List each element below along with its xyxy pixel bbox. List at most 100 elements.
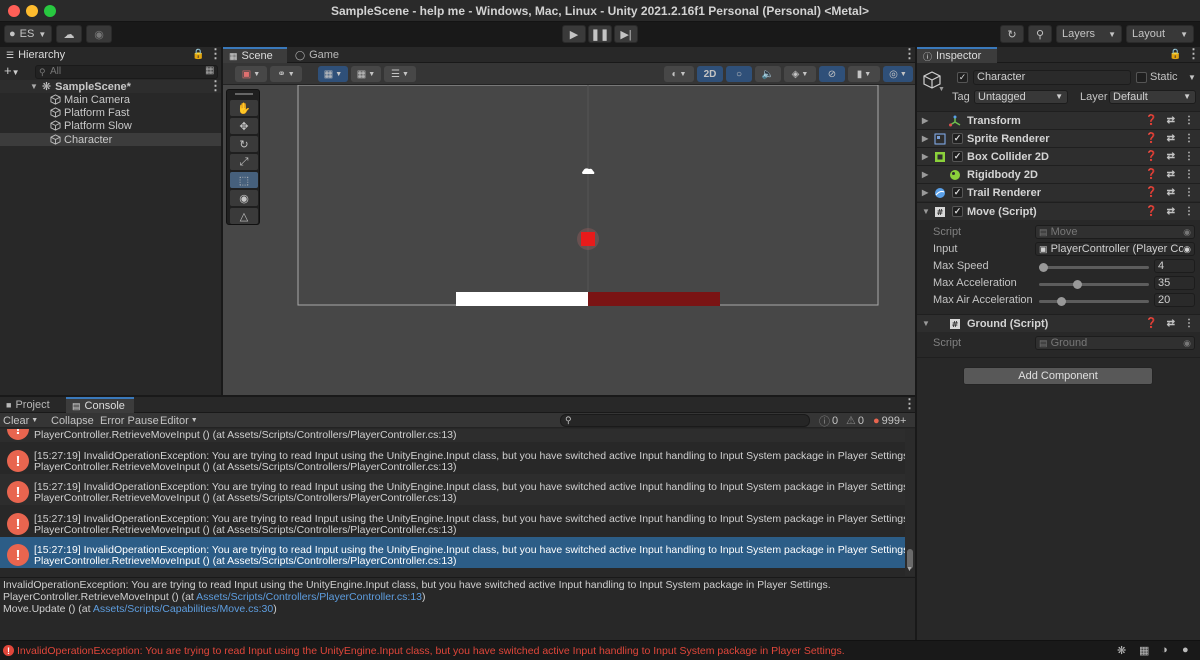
scale-tool-button[interactable]: ⤢ — [230, 154, 258, 170]
max-speed-slider-knob[interactable] — [1038, 263, 1048, 272]
kebab-menu-icon[interactable]: ⋮ — [209, 79, 222, 92]
camera-button[interactable]: ▮ ▼ — [848, 66, 880, 82]
tab-hierarchy[interactable]: ☰ Hierarchy — [0, 47, 221, 63]
account-dropdown[interactable]: ● ES ▼ — [4, 25, 52, 43]
component-rigidbody[interactable]: ▶ Rigidbody 2D ❓ ⇄ ⋮ — [917, 165, 1200, 183]
object-name-field[interactable]: Character — [973, 70, 1131, 85]
component-move-script[interactable]: ▼ # ✓ Move (Script) ❓ ⇄ ⋮ — [917, 202, 1200, 220]
component-enabled-checkbox[interactable]: ✓ — [952, 206, 963, 217]
list-item[interactable]: Main Camera — [0, 93, 221, 106]
log-entry[interactable]: ! PlayerController.RetrieveMoveInput () … — [0, 429, 905, 442]
input-field[interactable]: ▣ PlayerController (Player Con ◉ — [1035, 242, 1195, 256]
kebab-menu-icon[interactable]: ⋮ — [1184, 169, 1194, 180]
scene-viewport[interactable]: ✋ ✥ ↻ ⤢ ⬚ ◉ △ — [223, 85, 915, 395]
log-entry[interactable]: ! [15:27:19] InvalidOperationException: … — [0, 474, 905, 505]
debug-bug-icon[interactable]: ❋ — [1117, 644, 1126, 657]
help-icon[interactable]: ❓ — [1145, 169, 1157, 180]
tab-inspector[interactable]: ⓘ Inspector — [917, 47, 997, 63]
collab-button[interactable]: ◉ — [86, 25, 112, 43]
presets-icon[interactable]: ⇄ — [1167, 169, 1175, 180]
tab-console[interactable]: ▤ Console — [66, 397, 134, 413]
hierarchy-filter-icon[interactable]: ▦ — [205, 65, 214, 76]
pause-button[interactable]: ❚❚ — [588, 25, 612, 43]
move-tool-button[interactable]: ✥ — [230, 118, 258, 134]
source-link[interactable]: Assets/Scripts/Controllers/PlayerControl… — [196, 591, 422, 603]
console-scrollbar[interactable]: ▼ — [905, 429, 915, 576]
chevron-down-icon[interactable]: ▼ — [906, 566, 913, 573]
tab-project[interactable]: ■ Project — [0, 397, 64, 413]
status-message[interactable]: InvalidOperationException: You are tryin… — [17, 645, 845, 657]
log-entry[interactable]: ! [15:27:19] InvalidOperationException: … — [0, 506, 905, 537]
static-checkbox[interactable] — [1136, 72, 1147, 83]
ruler-button[interactable]: ☰ ▼ — [384, 66, 416, 82]
list-item[interactable]: Platform Slow — [0, 119, 221, 132]
component-sprite-renderer[interactable]: ▶ ✓ Sprite Renderer ❓ ⇄ ⋮ — [917, 129, 1200, 147]
render-mode-button[interactable]: ◐ ▼ — [664, 66, 694, 82]
list-item-selected[interactable]: Character — [0, 133, 221, 146]
global-dropdown[interactable]: ⚭ ▼ — [270, 66, 302, 82]
kebab-menu-icon[interactable]: ⋮ — [209, 47, 222, 60]
audio-button[interactable]: 🔈 — [755, 66, 781, 82]
kebab-menu-icon[interactable]: ⋮ — [1184, 187, 1194, 198]
script-field[interactable]: ▤ Move ◉ — [1035, 225, 1195, 239]
max-acceleration-field[interactable]: 35 — [1154, 276, 1195, 290]
kebab-menu-icon[interactable]: ⋮ — [903, 397, 916, 410]
add-component-button[interactable]: Add Component — [963, 367, 1153, 385]
step-button[interactable]: ▶| — [614, 25, 638, 43]
presets-icon[interactable]: ⇄ — [1167, 133, 1175, 144]
component-trail-renderer[interactable]: ▶ ✓ Trail Renderer ❓ ⇄ ⋮ — [917, 183, 1200, 201]
kebab-menu-icon[interactable]: ⋮ — [1187, 47, 1200, 60]
help-icon[interactable]: ❓ — [1145, 187, 1157, 198]
max-acceleration-slider[interactable] — [1039, 283, 1149, 286]
progress-icon[interactable]: ◑ — [1161, 644, 1168, 656]
cloud-button[interactable]: ☁ — [56, 25, 82, 43]
kebab-menu-icon[interactable]: ⋮ — [1184, 115, 1194, 126]
history-button[interactable]: ↻ — [1000, 25, 1024, 43]
max-speed-slider[interactable] — [1039, 266, 1149, 269]
tab-game[interactable]: ◯ Game — [289, 47, 339, 63]
add-object-button[interactable]: +▼ — [4, 63, 20, 78]
component-ground-script[interactable]: ▼ # Ground (Script) ❓ ⇄ ⋮ — [917, 314, 1200, 332]
tab-scene[interactable]: ▦ Scene — [223, 47, 287, 63]
max-air-acceleration-field[interactable]: 20 — [1154, 293, 1195, 307]
help-icon[interactable]: ❓ — [1145, 151, 1157, 162]
kebab-menu-icon[interactable]: ⋮ — [1184, 133, 1194, 144]
chevron-down-icon[interactable]: ▼ — [1188, 73, 1196, 82]
presets-icon[interactable]: ⇄ — [1167, 318, 1175, 329]
snap-increment-button[interactable]: ▦ ▼ — [351, 66, 381, 82]
editor-dropdown[interactable]: Editor ▼ — [157, 413, 201, 428]
help-icon[interactable]: ❓ — [1145, 206, 1157, 217]
kebab-menu-icon[interactable]: ⋮ — [1184, 151, 1194, 162]
log-entry-selected[interactable]: ! [15:27:19] InvalidOperationException: … — [0, 537, 905, 568]
help-icon[interactable]: ❓ — [1145, 115, 1157, 126]
presets-icon[interactable]: ⇄ — [1167, 187, 1175, 198]
component-enabled-checkbox[interactable]: ✓ — [952, 133, 963, 144]
presets-icon[interactable]: ⇄ — [1167, 115, 1175, 126]
list-item[interactable]: Platform Fast — [0, 106, 221, 119]
presets-icon[interactable]: ⇄ — [1167, 206, 1175, 217]
gizmos-button[interactable]: ◎ ▼ — [883, 66, 913, 82]
search-button[interactable]: ⚲ — [1028, 25, 1052, 43]
component-box-collider[interactable]: ▶ ✓ Box Collider 2D ❓ ⇄ ⋮ — [917, 147, 1200, 165]
max-air-acceleration-slider[interactable] — [1039, 300, 1149, 303]
component-enabled-checkbox[interactable]: ✓ — [952, 151, 963, 162]
log-entry[interactable]: ! [15:27:19] InvalidOperationException: … — [0, 443, 905, 474]
object-picker-icon[interactable]: ◉ — [1183, 337, 1191, 349]
rect-tool-button[interactable]: ⬚ — [230, 172, 258, 188]
lock-icon[interactable]: 🔒 — [192, 49, 204, 60]
collapse-button[interactable]: Collapse — [48, 413, 97, 428]
platform-white[interactable] — [456, 292, 588, 306]
help-icon[interactable]: ❓ — [1145, 133, 1157, 144]
character-sprite[interactable] — [581, 232, 595, 246]
chevron-down-icon[interactable]: ▼ — [938, 86, 945, 93]
source-link[interactable]: Assets/Scripts/Capabilities/Move.cs:30 — [93, 603, 273, 615]
script-field[interactable]: ▤ Ground ◉ — [1035, 336, 1195, 350]
component-enabled-checkbox[interactable]: ✓ — [952, 187, 963, 198]
effects-button[interactable]: ◈ ▼ — [784, 66, 816, 82]
kebab-menu-icon[interactable]: ⋮ — [903, 47, 916, 60]
light-bake-icon[interactable]: ● — [1182, 644, 1189, 656]
lighting-button[interactable]: ○ — [726, 66, 752, 82]
cache-server-icon[interactable]: ▦ — [1139, 644, 1149, 657]
component-transform[interactable]: ▶ Transform ❓ ⇄ ⋮ — [917, 111, 1200, 129]
rotate-tool-button[interactable]: ↻ — [230, 136, 258, 152]
